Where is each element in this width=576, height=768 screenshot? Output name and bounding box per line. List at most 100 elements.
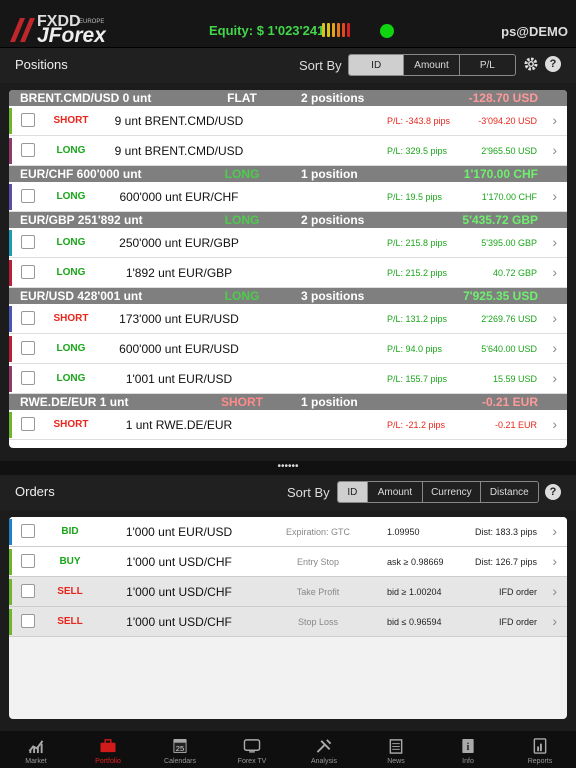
sort-amount-button[interactable]: Amount [404,55,460,75]
tab-label: Portfolio [95,758,121,765]
chevron-right-icon[interactable]: › [552,370,557,386]
chevron-right-icon[interactable]: › [552,416,557,432]
position-row[interactable]: LONG 600'000 unt EUR/USD P/L: 94.0 pips 5'6… [9,334,567,364]
position-color-stripe [9,108,12,134]
position-checkbox[interactable] [21,235,35,249]
position-group-header[interactable]: BRENT.CMD/USD 0 unt FLAT 2 positions -128.7… [9,90,567,106]
position-group-header[interactable]: EUR/GBP 251'892 unt LONG 2 positions 5'435.… [9,212,567,228]
sort-pl-button[interactable]: P/L [460,55,515,75]
order-color-stripe [9,579,12,605]
position-pips: P/L: 19.5 pips [387,192,443,202]
tab-calendars[interactable]: 25 Calendars [144,731,216,768]
tab-reports[interactable]: Reports [504,731,576,768]
positions-sort-label: Sort By [299,58,342,73]
fxdd-logo-icon [10,18,35,42]
position-pips: P/L: -343.8 pips [387,116,451,126]
position-group-header[interactable]: EUR/CHF 600'000 unt LONG 1 position 1'170.0… [9,166,567,182]
position-checkbox[interactable] [21,143,35,157]
user-account[interactable]: ps@DEMO [501,24,568,39]
group-side: LONG [224,213,260,227]
chevron-right-icon[interactable]: › [552,583,557,599]
sort-id-button[interactable]: ID [349,55,405,75]
chevron-right-icon[interactable]: › [552,340,557,356]
chevron-right-icon[interactable]: › [552,264,557,280]
position-checkbox[interactable] [21,189,35,203]
chevron-right-icon[interactable]: › [552,553,557,569]
position-side: LONG [56,237,86,248]
order-price: bid ≤ 0.96594 [387,617,442,627]
tab-forex-tv[interactable]: Forex TV [216,731,288,768]
order-checkbox[interactable] [21,614,35,628]
order-checkbox[interactable] [21,584,35,598]
orders-list: BID 1'000 unt EUR/USD Expiration: GTC 1.099… [9,517,567,719]
chevron-right-icon[interactable]: › [552,142,557,158]
order-color-stripe [9,609,12,635]
position-checkbox[interactable] [21,113,35,127]
position-amount: 2'965.50 USD [481,146,537,156]
order-row[interactable]: SELL 1'000 unt USD/CHF Stop Loss bid ≤ 0.96… [9,607,567,637]
order-sort-currency-button[interactable]: Currency [423,482,481,502]
position-row[interactable]: LONG 9 unt BRENT.CMD/USD P/L: 329.5 pips 2'… [9,136,567,166]
order-row[interactable]: BUY 1'000 unt USD/CHF Entry Stop ask ≥ 0.98… [9,547,567,577]
position-description: 173'000 unt EUR/USD [119,312,239,326]
order-sort-id-button[interactable]: ID [338,482,368,502]
chevron-right-icon[interactable]: › [552,613,557,629]
order-distance: IFD order [498,587,537,597]
bottom-tab-bar: Market Portfolio 25 Calendars Forex TV Analys… [0,731,576,768]
position-checkbox[interactable] [21,265,35,279]
help-icon[interactable]: ? [545,56,561,72]
order-type: Stop Loss [297,617,339,627]
order-row[interactable]: BID 1'000 unt EUR/USD Expiration: GTC 1.099… [9,517,567,547]
position-description: 250'000 unt EUR/GBP [119,236,239,250]
order-description: 1'000 unt USD/CHF [126,615,232,629]
position-row[interactable]: SHORT 9 unt BRENT.CMD/USD P/L: -343.8 pips… [9,106,567,136]
group-count: 3 positions [301,289,365,303]
position-row[interactable]: LONG 1'892 unt EUR/GBP P/L: 215.2 pips 40.7… [9,258,567,288]
chevron-right-icon[interactable]: › [552,310,557,326]
tab-analysis[interactable]: Analysis [288,731,360,768]
order-sort-distance-button[interactable]: Distance [481,482,538,502]
position-row[interactable]: SHORT 173'000 unt EUR/USD P/L: 131.2 pips 2… [9,304,567,334]
position-row[interactable]: LONG 600'000 unt EUR/CHF P/L: 19.5 pips 1'1… [9,182,567,212]
position-side: LONG [56,191,86,202]
position-amount: 5'395.00 GBP [481,238,537,248]
chevron-right-icon[interactable]: › [552,523,557,539]
tab-info[interactable]: i Info [432,731,504,768]
panel-resize-handle[interactable]: •••••• [0,461,576,475]
tab-portfolio[interactable]: Portfolio [72,731,144,768]
orders-help-icon[interactable]: ? [545,484,561,500]
position-row[interactable]: SHORT 1 unt RWE.DE/EUR P/L: -21.2 pips -0.2… [9,410,567,440]
position-group-header[interactable]: RWE.DE/EUR 1 unt SHORT 1 position -0.21 EUR [9,394,567,410]
position-checkbox[interactable] [21,311,35,325]
tab-label: Calendars [164,758,196,765]
group-pl: -0.21 EUR [481,395,538,409]
position-group-header[interactable]: EUR/USD 428'001 unt LONG 3 positions 7'925.… [9,288,567,304]
order-type: Expiration: GTC [285,527,351,537]
position-amount: 1'170.00 CHF [481,192,537,202]
position-checkbox[interactable] [21,417,35,431]
order-checkbox[interactable] [21,554,35,568]
positions-bar: Positions Sort By ID Amount P/L ? [0,48,576,83]
order-type: Take Profit [296,587,340,597]
order-side: SELL [57,586,83,597]
chevron-right-icon[interactable]: › [552,188,557,204]
position-row[interactable]: LONG 1'001 unt EUR/USD P/L: 155.7 pips 15.5… [9,364,567,394]
chevron-right-icon[interactable]: › [552,112,557,128]
position-row[interactable]: LONG 250'000 unt EUR/GBP P/L: 215.8 pips 5'… [9,228,567,258]
gear-icon[interactable] [523,56,539,72]
chevron-right-icon[interactable]: › [552,234,557,250]
position-amount: 40.72 GBP [492,268,537,278]
order-row[interactable]: SELL 1'000 unt USD/CHF Take Profit bid ≥ 1.… [9,577,567,607]
position-pips: P/L: 94.0 pips [387,344,443,354]
position-pips: P/L: 215.8 pips [387,238,448,248]
position-checkbox[interactable] [21,371,35,385]
position-side: SHORT [53,419,89,430]
order-sort-amount-button[interactable]: Amount [368,482,424,502]
position-checkbox[interactable] [21,341,35,355]
order-distance: Dist: 183.3 pips [474,527,537,537]
tab-market[interactable]: Market [0,731,72,768]
tab-news[interactable]: News [360,731,432,768]
position-amount: -3'094.20 USD [478,116,537,126]
order-checkbox[interactable] [21,524,35,538]
group-instrument: RWE.DE/EUR 1 unt [20,395,129,409]
